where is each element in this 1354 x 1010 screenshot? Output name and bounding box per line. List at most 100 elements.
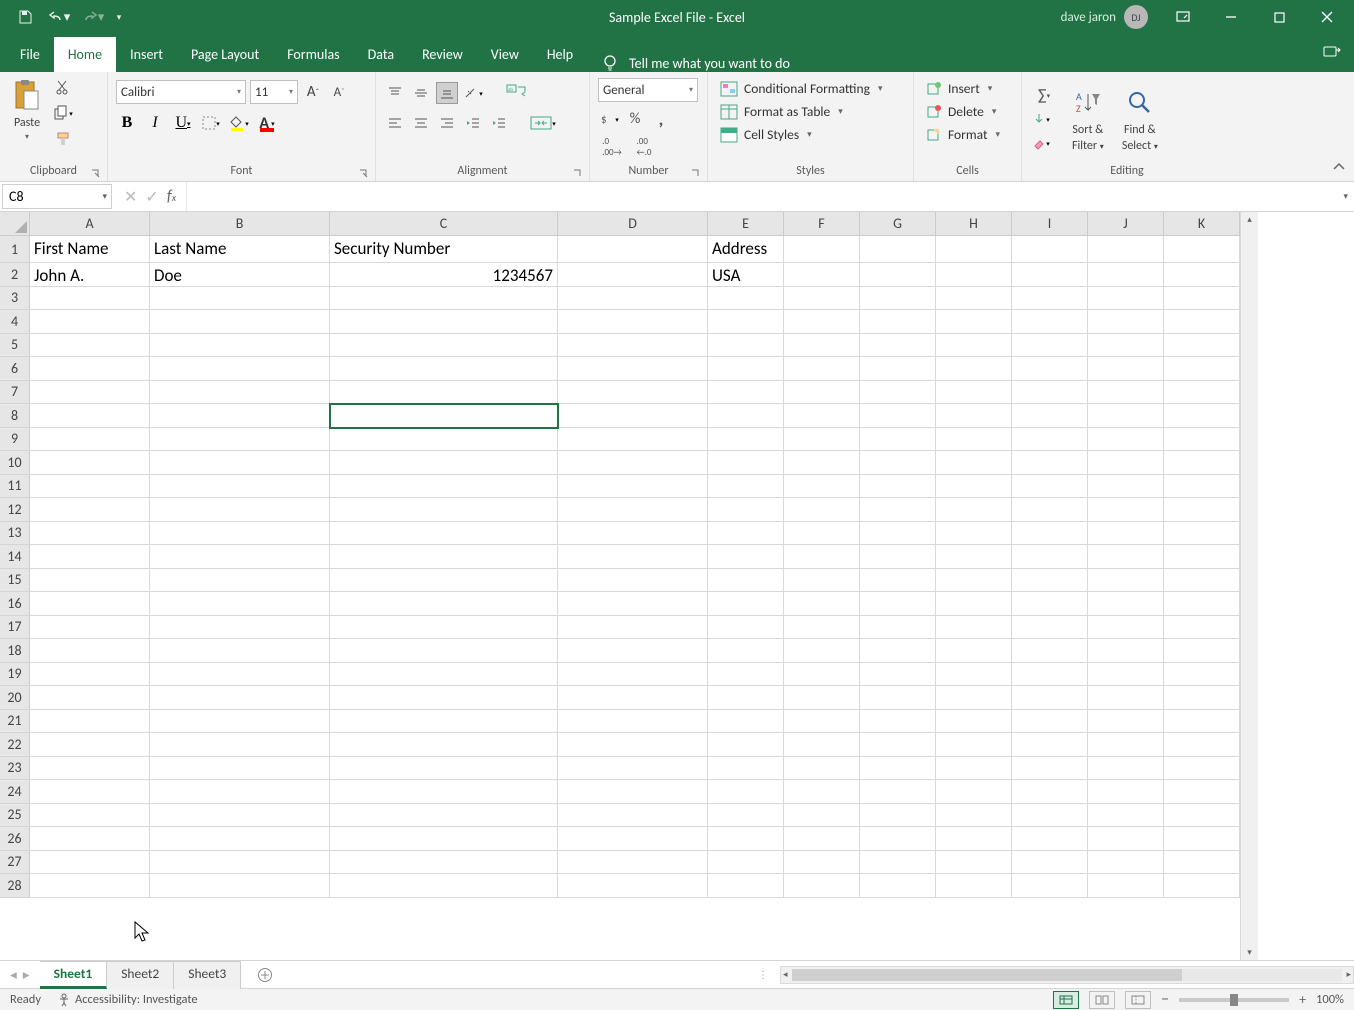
cell-F6[interactable] — [784, 357, 860, 381]
tab-insert[interactable]: Insert — [116, 37, 177, 72]
cell-F27[interactable] — [784, 851, 860, 875]
cell-I20[interactable] — [1012, 686, 1088, 710]
cell-D27[interactable] — [558, 851, 708, 875]
vertical-scrollbar[interactable]: ▴ ▾ — [1240, 212, 1258, 960]
cell-C26[interactable] — [330, 827, 558, 851]
accessibility-status[interactable]: Accessibility: Investigate — [57, 992, 198, 1007]
cell-I27[interactable] — [1012, 851, 1088, 875]
cell-J24[interactable] — [1088, 780, 1164, 804]
cell-E22[interactable] — [708, 733, 784, 757]
cell-F3[interactable] — [784, 287, 860, 311]
cell-E28[interactable] — [708, 874, 784, 898]
cell-C27[interactable] — [330, 851, 558, 875]
cell-E21[interactable] — [708, 710, 784, 734]
cell-H20[interactable] — [936, 686, 1012, 710]
cell-F7[interactable] — [784, 381, 860, 405]
cell-H14[interactable] — [936, 545, 1012, 569]
row-header[interactable]: 27 — [0, 851, 30, 875]
qat-customize-icon[interactable]: ▾ — [112, 4, 126, 30]
cell-J23[interactable] — [1088, 757, 1164, 781]
copy-icon[interactable]: ▾ — [52, 102, 74, 124]
cell-C28[interactable] — [330, 874, 558, 898]
cell-H17[interactable] — [936, 616, 1012, 640]
cell-C4[interactable] — [330, 310, 558, 334]
cell-D15[interactable] — [558, 569, 708, 593]
alignment-launcher-icon[interactable] — [573, 165, 585, 177]
cell-K9[interactable] — [1164, 428, 1240, 452]
cell-D8[interactable] — [558, 404, 708, 428]
cell-E14[interactable] — [708, 545, 784, 569]
cell-J19[interactable] — [1088, 663, 1164, 687]
cell-D1[interactable] — [558, 236, 708, 263]
cell-I17[interactable] — [1012, 616, 1088, 640]
column-header[interactable]: E — [708, 212, 784, 236]
cell-H4[interactable] — [936, 310, 1012, 334]
accounting-format-icon[interactable]: $▾ — [598, 108, 620, 130]
cell-K28[interactable] — [1164, 874, 1240, 898]
cell-I11[interactable] — [1012, 475, 1088, 499]
increase-font-icon[interactable]: Aˆ — [302, 81, 324, 103]
cell-K11[interactable] — [1164, 475, 1240, 499]
sheet-tab-sheet3[interactable]: Sheet3 — [174, 961, 241, 989]
cell-D19[interactable] — [558, 663, 708, 687]
align-left-icon[interactable] — [384, 112, 406, 134]
cell-C22[interactable] — [330, 733, 558, 757]
cell-G8[interactable] — [860, 404, 936, 428]
tell-me-search[interactable]: Tell me what you want to do — [601, 54, 790, 72]
cell-D24[interactable] — [558, 780, 708, 804]
row-header[interactable]: 22 — [0, 733, 30, 757]
cell-styles-button[interactable]: Cell Styles▾ — [716, 124, 886, 145]
cell-K25[interactable] — [1164, 804, 1240, 828]
sheet-tab-sheet1[interactable]: Sheet1 — [40, 961, 108, 989]
cell-E27[interactable] — [708, 851, 784, 875]
cell-C5[interactable] — [330, 334, 558, 358]
cell-A3[interactable] — [30, 287, 150, 311]
cell-G23[interactable] — [860, 757, 936, 781]
row-header[interactable]: 28 — [0, 874, 30, 898]
cell-J26[interactable] — [1088, 827, 1164, 851]
cell-I21[interactable] — [1012, 710, 1088, 734]
cell-C7[interactable] — [330, 381, 558, 405]
cell-G26[interactable] — [860, 827, 936, 851]
cell-B11[interactable] — [150, 475, 330, 499]
find-select-button[interactable]: Find & Select ▾ — [1118, 83, 1162, 155]
cell-A4[interactable] — [30, 310, 150, 334]
cell-A2[interactable]: John A. — [30, 263, 150, 287]
cell-H26[interactable] — [936, 827, 1012, 851]
cell-K23[interactable] — [1164, 757, 1240, 781]
cell-I12[interactable] — [1012, 498, 1088, 522]
column-header[interactable]: F — [784, 212, 860, 236]
cell-E6[interactable] — [708, 357, 784, 381]
row-header[interactable]: 7 — [0, 381, 30, 405]
cell-A26[interactable] — [30, 827, 150, 851]
cell-H19[interactable] — [936, 663, 1012, 687]
zoom-level[interactable]: 100% — [1316, 992, 1344, 1007]
cell-B4[interactable] — [150, 310, 330, 334]
cell-K8[interactable] — [1164, 404, 1240, 428]
cell-C11[interactable] — [330, 475, 558, 499]
cell-J27[interactable] — [1088, 851, 1164, 875]
cell-I8[interactable] — [1012, 404, 1088, 428]
cell-G3[interactable] — [860, 287, 936, 311]
cell-A23[interactable] — [30, 757, 150, 781]
cell-B2[interactable]: Doe — [150, 263, 330, 287]
minimize-icon[interactable] — [1208, 0, 1254, 34]
cell-E20[interactable] — [708, 686, 784, 710]
bold-icon[interactable]: B — [116, 112, 138, 134]
cell-A11[interactable] — [30, 475, 150, 499]
cell-F23[interactable] — [784, 757, 860, 781]
autosum-icon[interactable]: ∑▾ — [1030, 84, 1058, 106]
cell-J3[interactable] — [1088, 287, 1164, 311]
cell-B18[interactable] — [150, 639, 330, 663]
cell-D4[interactable] — [558, 310, 708, 334]
cell-G7[interactable] — [860, 381, 936, 405]
scroll-up-icon[interactable]: ▴ — [1247, 214, 1252, 225]
cell-A10[interactable] — [30, 451, 150, 475]
cell-B21[interactable] — [150, 710, 330, 734]
cell-I1[interactable] — [1012, 236, 1088, 263]
cell-J12[interactable] — [1088, 498, 1164, 522]
column-header[interactable]: D — [558, 212, 708, 236]
cell-C17[interactable] — [330, 616, 558, 640]
font-launcher-icon[interactable] — [359, 165, 371, 177]
cell-K15[interactable] — [1164, 569, 1240, 593]
